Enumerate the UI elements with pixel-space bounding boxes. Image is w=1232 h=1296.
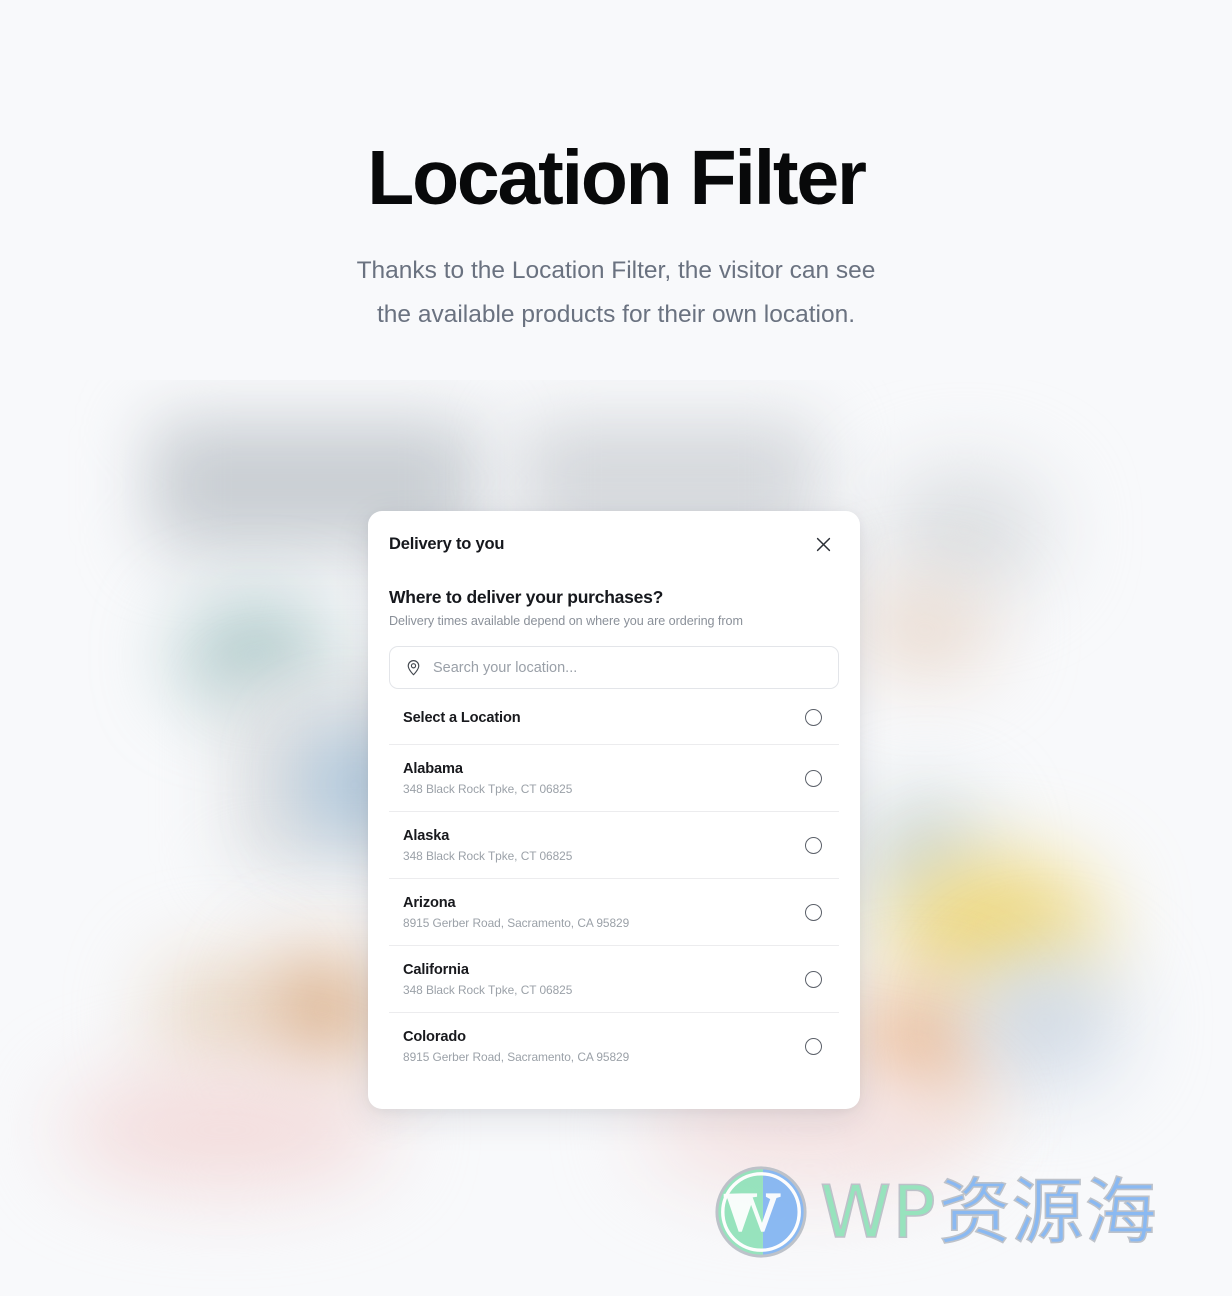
loc-text: California 348 Black Rock Tpke, CT 06825 (403, 962, 572, 997)
map-pin-icon (407, 660, 420, 676)
background-blob (970, 955, 1120, 1085)
location-address: 348 Black Rock Tpke, CT 06825 (403, 983, 573, 997)
background-blob (265, 955, 380, 1065)
location-name: Alabama (403, 761, 463, 777)
location-list: Select a Location Alabama 348 Black Rock… (389, 693, 839, 1079)
loc-text: Alaska 348 Black Rock Tpke, CT 06825 (403, 828, 572, 863)
list-item[interactable]: Alaska 348 Black Rock Tpke, CT 06825 (389, 812, 839, 879)
background-blob (180, 610, 330, 700)
location-address: 348 Black Rock Tpke, CT 06825 (403, 782, 573, 796)
location-search-field[interactable] (389, 646, 839, 689)
radio-select-a-location[interactable] (805, 709, 822, 726)
page-subtitle-line-2: the available products for their own loc… (376, 300, 856, 328)
location-name: Alaska (403, 828, 450, 844)
modal-header: Delivery to you (368, 511, 860, 557)
list-item[interactable]: Alabama 348 Black Rock Tpke, CT 06825 (389, 745, 839, 812)
location-name: Arizona (403, 895, 456, 911)
modal-question-title: Where to deliver your purchases? (389, 587, 664, 607)
modal-title: Delivery to you (389, 534, 505, 553)
watermark: WP 资源海 (712, 1163, 1158, 1261)
modal-body: Where to deliver your purchases? Deliver… (368, 587, 860, 1079)
location-name: California (403, 962, 469, 978)
select-a-location-label: Select a Location (403, 709, 521, 726)
list-item[interactable]: Colorado 8915 Gerber Road, Sacramento, C… (389, 1013, 839, 1079)
background-blob (870, 800, 980, 910)
background-blob (880, 470, 1050, 590)
watermark-text-cjk: 资源海 (938, 1170, 1158, 1254)
radio-location[interactable] (805, 971, 822, 988)
list-item[interactable]: California 348 Black Rock Tpke, CT 06825 (389, 946, 839, 1013)
location-name: Colorado (403, 1029, 466, 1045)
page-title: Location Filter (367, 135, 867, 221)
modal-question-subtitle: Delivery times available depend on where… (389, 614, 743, 628)
radio-location[interactable] (805, 837, 822, 854)
watermark-text: WP 资源海 (819, 1170, 1158, 1254)
loc-text: Colorado 8915 Gerber Road, Sacramento, C… (403, 1029, 629, 1064)
background-blob (855, 990, 985, 1110)
watermark-text-latin: WP (819, 1170, 937, 1254)
location-address: 348 Black Rock Tpke, CT 06825 (403, 849, 573, 863)
wordpress-logo-icon (715, 1166, 807, 1258)
page-subtitle-line-1: Thanks to the Location Filter, the visit… (356, 256, 876, 284)
background-blob (155, 960, 275, 1070)
background-blob (60, 1070, 390, 1190)
location-address: 8915 Gerber Road, Sacramento, CA 95829 (403, 1050, 630, 1064)
search-input[interactable] (433, 659, 823, 676)
background-blob (890, 860, 1100, 990)
location-list-header-row[interactable]: Select a Location (389, 693, 839, 745)
close-button[interactable] (810, 531, 836, 557)
hero-section: Location Filter Thanks to the Location F… (0, 0, 1232, 337)
loc-text: Arizona 8915 Gerber Road, Sacramento, CA… (403, 895, 629, 930)
loc-text: Alabama 348 Black Rock Tpke, CT 06825 (403, 761, 572, 796)
delivery-location-modal: Delivery to you Where to deliver your pu… (368, 511, 860, 1109)
radio-location[interactable] (805, 1038, 822, 1055)
loc-text: Select a Location (403, 709, 521, 726)
list-item[interactable]: Arizona 8915 Gerber Road, Sacramento, CA… (389, 879, 839, 946)
radio-location[interactable] (805, 904, 822, 921)
page-subtitle: Thanks to the Location Filter, the visit… (0, 249, 1232, 337)
radio-location[interactable] (805, 770, 822, 787)
background-blob (860, 590, 990, 670)
close-icon (816, 537, 830, 551)
location-address: 8915 Gerber Road, Sacramento, CA 95829 (403, 916, 630, 930)
